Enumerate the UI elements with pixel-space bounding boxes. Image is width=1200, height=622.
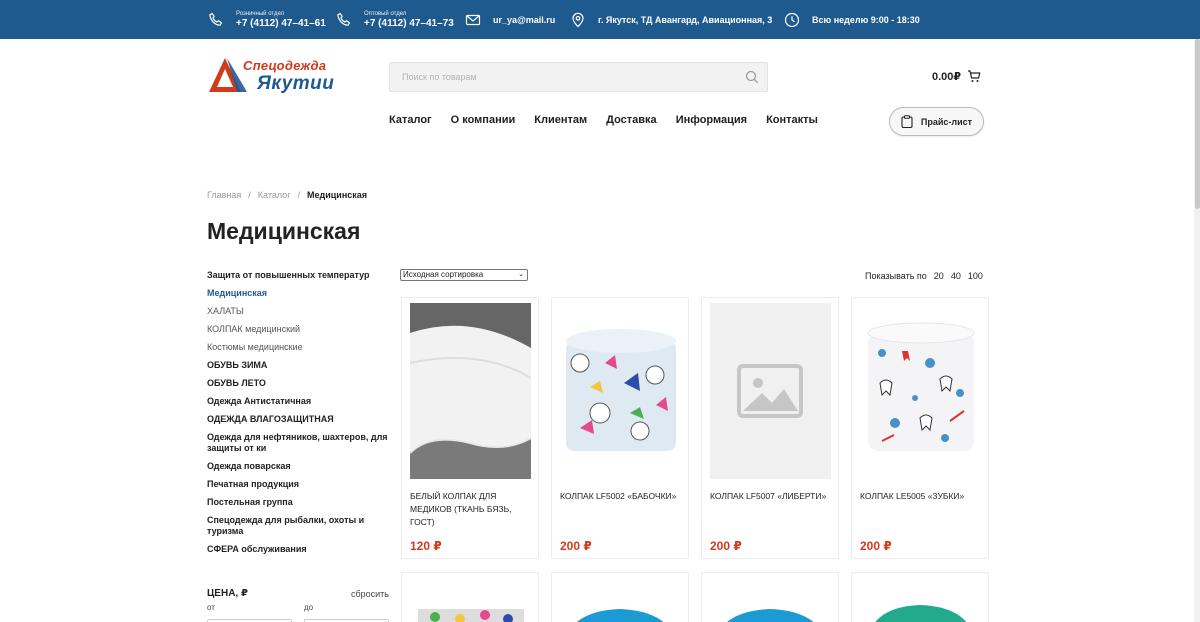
site-logo[interactable]: Спецодежда Якутии bbox=[207, 56, 342, 96]
category-item[interactable]: ХАЛАТЫ bbox=[207, 306, 392, 317]
chevron-down-icon: ⌄ bbox=[518, 271, 524, 278]
page-title: Медицинская bbox=[207, 218, 361, 244]
phone-icon bbox=[208, 12, 224, 28]
category-item[interactable]: Одежда поварская bbox=[207, 461, 392, 472]
breadcrumb-home[interactable]: Главная bbox=[207, 190, 241, 200]
product-price: 120 ₽ bbox=[410, 539, 442, 553]
image-placeholder-icon bbox=[710, 303, 831, 479]
price-filter: ЦЕНА, ₽ сбросить от до bbox=[207, 588, 389, 622]
page-scrollbar-thumb[interactable] bbox=[1195, 39, 1200, 209]
wholesale-label: Оптовый отдел bbox=[364, 10, 407, 17]
breadcrumb: Главная / Каталог / Медицинская bbox=[207, 190, 367, 200]
per-page-label: Показывать по bbox=[865, 271, 927, 281]
top-contact-bar: Розничный отдел +7 (4112) 47–41–61 Оптов… bbox=[0, 0, 1200, 39]
breadcrumb-separator: / bbox=[297, 190, 301, 200]
product-image-teeth-cap[interactable] bbox=[860, 303, 981, 479]
category-item[interactable]: Спецодежда для рыбалки, охоты и туризма bbox=[207, 515, 392, 537]
category-item-active[interactable]: Медицинская bbox=[207, 288, 392, 299]
per-page-option[interactable]: 20 bbox=[934, 271, 944, 281]
address-text: г. Якутск, ТД Авангард, Авиационная, 3 bbox=[598, 14, 773, 25]
category-item[interactable]: Защита от повышенных температур bbox=[207, 270, 392, 281]
search-icon[interactable] bbox=[745, 70, 759, 84]
nav-item-information[interactable]: Информация bbox=[676, 114, 747, 126]
category-sidebar: Защита от повышенных температур Медицинс… bbox=[207, 270, 392, 562]
product-card[interactable]: БЕЛЫЙ КОЛПАК ДЛЯ МЕДИКОВ (ТКАНЬ БЯЗЬ, ГО… bbox=[401, 297, 539, 559]
cart-total: 0.00₽ bbox=[932, 70, 962, 83]
category-item[interactable]: ОБУВЬ ЗИМА bbox=[207, 360, 392, 371]
product-card[interactable] bbox=[401, 572, 539, 622]
breadcrumb-catalog[interactable]: Каталог bbox=[258, 190, 291, 200]
per-page-option[interactable]: 40 bbox=[951, 271, 961, 281]
nav-item-delivery[interactable]: Доставка bbox=[606, 114, 657, 126]
product-card[interactable] bbox=[551, 572, 689, 622]
product-card[interactable]: КОЛПАК LF5002 «БАБОЧКИ» 200 ₽ bbox=[551, 297, 689, 559]
category-item[interactable]: Одежда Антистатичная bbox=[207, 396, 392, 407]
email-contact[interactable]: ur_ya@mail.ru bbox=[465, 0, 555, 39]
category-item[interactable]: Костюмы медицинские bbox=[207, 342, 392, 353]
address-contact: г. Якутск, ТД Авангард, Авиационная, 3 bbox=[570, 0, 772, 39]
product-card[interactable]: КОЛПАК LF5007 «ЛИБЕРТИ» 200 ₽ bbox=[701, 297, 839, 559]
product-price: 200 ₽ bbox=[710, 539, 742, 553]
price-from-label: от bbox=[207, 603, 215, 612]
phone-icon bbox=[336, 12, 352, 28]
price-to-label: до bbox=[304, 603, 314, 612]
product-card[interactable] bbox=[701, 572, 839, 622]
product-image[interactable] bbox=[860, 605, 981, 622]
category-item[interactable]: КОЛПАК медицинский bbox=[207, 324, 392, 335]
logo-text-top: Спецодежда bbox=[243, 58, 327, 73]
retail-phone[interactable]: +7 (4112) 47–41–61 bbox=[236, 18, 326, 29]
breadcrumb-separator: / bbox=[248, 190, 251, 200]
category-item[interactable]: СФЕРА обслуживания bbox=[207, 544, 392, 555]
hours-text: Всю неделю 9:00 - 18:30 bbox=[812, 14, 920, 25]
category-item[interactable]: Одежда для нефтяников, шахтеров, для защ… bbox=[207, 432, 392, 454]
retail-label: Розничный отдел bbox=[236, 10, 285, 17]
search-box bbox=[389, 62, 768, 92]
nav-item-catalog[interactable]: Каталог bbox=[389, 114, 432, 126]
price-list-label: Прайс-лист bbox=[920, 116, 973, 127]
hours-contact: Всю неделю 9:00 - 18:30 bbox=[784, 0, 920, 39]
breadcrumb-current: Медицинская bbox=[307, 190, 368, 200]
per-page-option[interactable]: 100 bbox=[968, 271, 983, 281]
product-price: 200 ₽ bbox=[860, 539, 892, 553]
product-title[interactable]: КОЛПАК LF5007 «ЛИБЕРТИ» bbox=[710, 490, 832, 503]
product-image-placeholder[interactable] bbox=[710, 303, 831, 479]
product-card[interactable]: КОЛПАК LE5005 «ЗУБКИ» 200 ₽ bbox=[851, 297, 989, 559]
product-image[interactable] bbox=[710, 605, 831, 622]
mail-icon bbox=[465, 12, 481, 28]
wholesale-phone[interactable]: +7 (4112) 47–41–73 bbox=[364, 18, 454, 29]
wholesale-contact[interactable]: Оптовый отдел +7 (4112) 47–41–73 bbox=[336, 0, 454, 39]
price-filter-reset[interactable]: сбросить bbox=[351, 589, 389, 599]
product-title[interactable]: БЕЛЫЙ КОЛПАК ДЛЯ МЕДИКОВ (ТКАНЬ БЯЗЬ, ГО… bbox=[410, 490, 532, 529]
product-image-butterfly-cap[interactable] bbox=[560, 303, 681, 479]
search-input[interactable] bbox=[390, 63, 720, 91]
product-image-white-cap[interactable] bbox=[410, 303, 531, 479]
product-card[interactable] bbox=[851, 572, 989, 622]
cart-summary[interactable]: 0.00₽ bbox=[932, 69, 981, 83]
main-nav: Каталог О компании Клиентам Доставка Инф… bbox=[389, 114, 837, 126]
category-item[interactable]: Печатная продукция bbox=[207, 479, 392, 490]
retail-contact[interactable]: Розничный отдел +7 (4112) 47–41–61 bbox=[208, 0, 326, 39]
clock-icon bbox=[784, 12, 800, 28]
product-price: 200 ₽ bbox=[560, 539, 592, 553]
price-list-button[interactable]: Прайс-лист bbox=[889, 107, 984, 136]
nav-item-about[interactable]: О компании bbox=[451, 114, 516, 126]
location-pin-icon bbox=[570, 12, 586, 28]
product-title[interactable]: КОЛПАК LF5002 «БАБОЧКИ» bbox=[560, 490, 682, 503]
category-item[interactable]: Постельная группа bbox=[207, 497, 392, 508]
sort-select[interactable]: Исходная сортировка ⌄ bbox=[400, 269, 528, 281]
per-page-selector: Показывать по 20 40 100 bbox=[865, 271, 983, 281]
email-text[interactable]: ur_ya@mail.ru bbox=[493, 15, 555, 25]
product-image[interactable] bbox=[560, 605, 681, 622]
clipboard-icon bbox=[901, 115, 913, 128]
nav-item-contacts[interactable]: Контакты bbox=[766, 114, 818, 126]
category-item[interactable]: ОДЕЖДА ВЛАГОЗАЩИТНАЯ bbox=[207, 414, 392, 425]
category-item[interactable]: ОБУВЬ ЛЕТО bbox=[207, 378, 392, 389]
product-title[interactable]: КОЛПАК LE5005 «ЗУБКИ» bbox=[860, 490, 982, 503]
cart-icon[interactable] bbox=[967, 69, 981, 83]
product-image[interactable] bbox=[410, 605, 531, 622]
sort-selected-value: Исходная сортировка bbox=[403, 270, 484, 279]
logo-text-bottom: Якутии bbox=[257, 73, 335, 94]
nav-item-clients[interactable]: Клиентам bbox=[534, 114, 587, 126]
